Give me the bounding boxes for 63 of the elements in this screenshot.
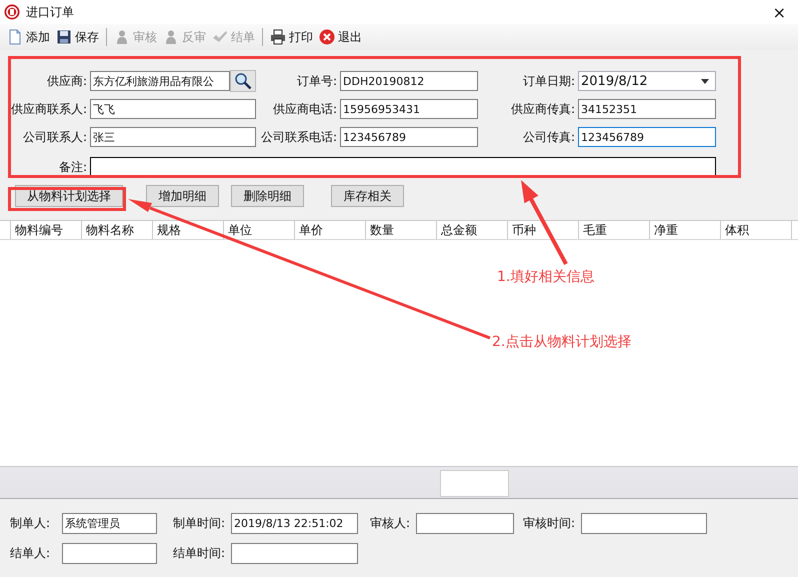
annotation-text: 2.点击从物料计划选择 [492,333,632,351]
column-header: 规格 [153,221,224,239]
person-icon [163,29,179,45]
toolbar-button[interactable]: 添加 [4,28,53,46]
window-title: 进口订单 [26,4,74,20]
close-button[interactable]: × [772,2,786,22]
input-field[interactable]: 34152351 [578,99,716,119]
column-header: 净重 [650,221,721,239]
column-header: 物料编号 [11,221,82,239]
input-field[interactable]: 123456789 [340,127,478,147]
input-field[interactable] [62,543,157,564]
input-field[interactable]: 系统管理员 [62,513,157,534]
column-header: 物料名称 [82,221,153,239]
field-label: 制单时间: [172,515,226,532]
field-label: 公司联系人: [22,129,88,146]
note-field[interactable] [90,157,716,177]
field-label: 订单号: [296,73,338,90]
input-field[interactable]: 张三 [90,127,256,147]
column-header: 单价 [295,221,366,239]
dropdown-arrow-icon [701,78,709,84]
input-field[interactable]: 东方亿利旅游用品有限公 [90,71,230,91]
field-label: 供应商电话: [272,101,338,118]
printer-icon [270,29,286,45]
field-label: 制单人: [9,515,52,532]
action-button[interactable]: 库存相关 [331,185,404,207]
column-header: 毛重 [579,221,650,239]
field-label: 订单日期: [522,73,576,90]
column-header: 总金额 [437,221,508,239]
column-header: 体积 [721,221,792,239]
app-logo-icon [4,4,20,20]
input-field[interactable]: 2019/8/13 22:51:02 [231,513,358,534]
toolbar-button[interactable]: 打印 [267,28,316,46]
field-label: 公司联系电话: [260,129,338,146]
input-field[interactable]: DDH20190812 [340,71,478,91]
field-label: 供应商传真: [510,101,576,118]
input-field[interactable]: 123456789 [578,127,716,147]
input-field[interactable] [581,513,707,534]
checkmark-icon [212,29,228,45]
input-field[interactable]: 15956953431 [340,99,478,119]
toolbar-button[interactable]: 保存 [53,28,102,46]
input-field[interactable]: 2019/8/12 [578,71,716,91]
field-label: 公司传真: [522,129,576,146]
annotation-text: 1.填好相关信息 [497,268,594,286]
input-field[interactable] [416,513,514,534]
field-label: 审核时间: [522,515,576,532]
field-label: 供应商联系人: [10,101,88,118]
action-button[interactable]: 增加明细 [146,185,219,207]
column-header: 数量 [366,221,437,239]
search-button[interactable] [230,70,256,92]
input-field[interactable] [231,543,358,564]
column-header: 币种 [508,221,579,239]
close-icon [319,29,335,45]
field-label: 审核人: [368,515,411,532]
field-label: 供应商: [46,73,88,90]
document-icon [7,29,23,45]
person-icon [114,29,130,45]
field-label: 备注: [58,159,88,175]
column-header: 单位 [224,221,295,239]
toolbar-button[interactable]: 退出 [316,28,365,46]
field-label: 结单人: [9,545,52,562]
action-button[interactable]: 删除明细 [231,185,304,207]
input-field[interactable]: 飞飞 [90,99,256,119]
field-label: 结单时间: [172,545,226,562]
